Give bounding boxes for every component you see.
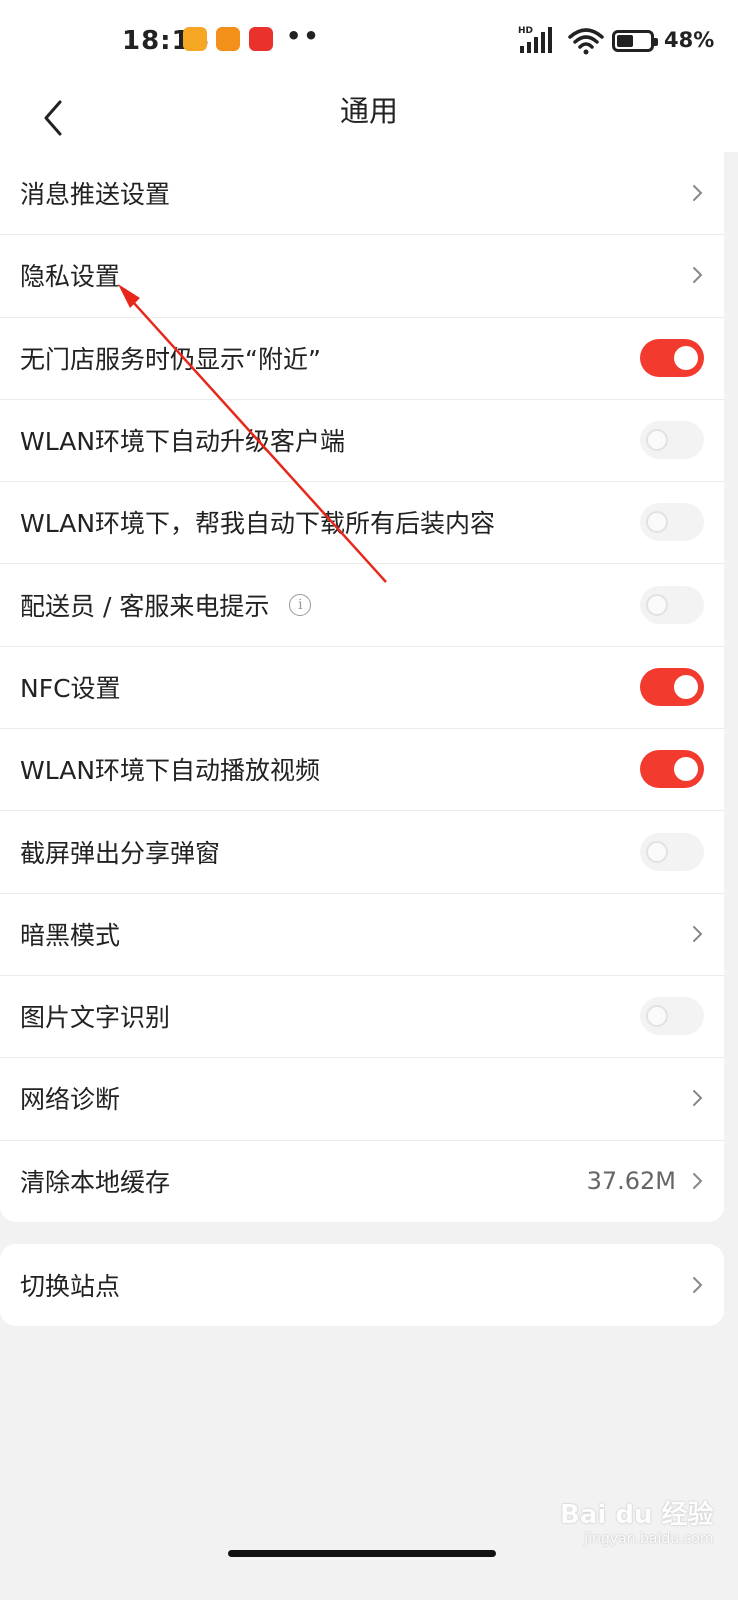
more-notifications-icon: •• [286, 22, 321, 50]
settings-row-label: 图片文字识别 [20, 1003, 171, 1033]
settings-row-control: 37.62M [587, 1167, 704, 1195]
status-bar: 18:16 •• HD 48% [0, 0, 738, 84]
settings-row-label: WLAN环境下自动播放视频 [20, 756, 321, 786]
settings-row-control [640, 750, 704, 789]
settings-list-secondary: 切换站点 [0, 1244, 724, 1326]
settings-row[interactable]: 暗黑模式 [0, 892, 724, 975]
settings-row-label: WLAN环境下自动升级客户端 [20, 427, 346, 457]
info-icon[interactable]: i [289, 593, 312, 616]
settings-row-label: 清除本地缓存 [20, 1167, 171, 1197]
toggle-switch-off[interactable] [640, 503, 704, 542]
chevron-right-icon [693, 1090, 703, 1107]
toggle-knob [646, 429, 668, 452]
settings-row[interactable]: 截屏弹出分享弹窗 [0, 810, 724, 892]
toggle-switch-on[interactable] [640, 667, 704, 706]
settings-row-control [640, 585, 704, 624]
svg-text:HD: HD [518, 26, 533, 36]
toggle-knob [646, 511, 668, 534]
toggle-knob [674, 757, 698, 782]
settings-row[interactable]: 消息推送设置 [0, 152, 724, 234]
settings-row[interactable]: NFC设置 [0, 645, 724, 728]
settings-row-label: 消息推送设置 [20, 180, 171, 210]
toggle-knob [646, 1005, 668, 1028]
settings-row[interactable]: 配送员 / 客服来电提示 i [0, 563, 724, 645]
settings-row-label: WLAN环境下，帮我自动下载所有后装内容 [20, 509, 496, 539]
settings-row-control [690, 1089, 704, 1107]
toggle-switch-off[interactable] [640, 997, 704, 1036]
toggle-knob [674, 674, 698, 699]
settings-row-control [640, 832, 704, 871]
cache-size-value: 37.62M [586, 1166, 676, 1195]
app-notification-icon [249, 27, 273, 51]
settings-row[interactable]: 清除本地缓存 37.62M [0, 1139, 724, 1222]
wifi-icon [568, 28, 604, 55]
battery-percent: 48% [664, 28, 715, 52]
settings-row-control [640, 667, 704, 706]
settings-list: 消息推送设置 隐私设置无门店服务时仍显示“附近” WLAN环境下自动升级客户端 WLA… [0, 152, 724, 1222]
settings-row-control [640, 997, 704, 1036]
settings-row-control [690, 925, 704, 943]
settings-row-control [690, 184, 704, 202]
settings-row[interactable]: 网络诊断 [0, 1057, 724, 1139]
settings-row-control [640, 338, 704, 377]
settings-row-label: 配送员 / 客服来电提示 [20, 591, 270, 621]
chevron-right-icon [693, 925, 703, 942]
navigation-bar: 通用 [0, 84, 738, 152]
settings-row[interactable]: 无门店服务时仍显示“附近” [0, 316, 724, 399]
settings-row[interactable]: 隐私设置 [0, 234, 724, 316]
toggle-switch-on[interactable] [640, 750, 704, 789]
toggle-knob [646, 593, 668, 616]
battery-icon [612, 30, 658, 52]
settings-row-label: 截屏弹出分享弹窗 [20, 838, 221, 868]
settings-row[interactable]: 切换站点 [0, 1244, 724, 1326]
page-title: 通用 [339, 94, 398, 128]
toggle-switch-off[interactable] [640, 421, 704, 460]
app-notification-icon [216, 27, 240, 51]
settings-row-label: 无门店服务时仍显示“附近” [20, 344, 321, 374]
settings-row[interactable]: 图片文字识别 [0, 974, 724, 1057]
chevron-right-icon [693, 1277, 703, 1294]
chevron-right-icon [693, 267, 703, 284]
settings-row-label: 切换站点 [20, 1272, 121, 1302]
chevron-right-icon [693, 1172, 703, 1189]
app-notification-icon [183, 27, 207, 51]
watermark: Bai du 经验 jingyan.baidu.com [560, 1500, 714, 1547]
settings-row-label: 网络诊断 [20, 1085, 121, 1115]
toggle-switch-off[interactable] [640, 832, 704, 871]
settings-row-control [640, 421, 704, 460]
toggle-switch-on[interactable] [640, 338, 704, 377]
settings-row[interactable]: WLAN环境下，帮我自动下载所有后装内容 [0, 481, 724, 563]
home-indicator[interactable] [228, 1550, 496, 1557]
settings-row[interactable]: WLAN环境下自动播放视频 [0, 728, 724, 810]
toggle-switch-off[interactable] [640, 585, 704, 624]
settings-row-label: 隐私设置 [20, 262, 121, 292]
settings-row-control [690, 266, 704, 284]
signal-icon: HD [518, 26, 552, 53]
settings-row-control [690, 1276, 704, 1294]
chevron-right-icon [693, 185, 703, 202]
toggle-knob [674, 345, 698, 370]
settings-row-control [640, 503, 704, 542]
settings-row-label: NFC设置 [20, 673, 121, 703]
settings-row[interactable]: WLAN环境下自动升级客户端 [0, 398, 724, 481]
toggle-knob [646, 840, 668, 863]
settings-row-label: 暗黑模式 [20, 920, 121, 950]
